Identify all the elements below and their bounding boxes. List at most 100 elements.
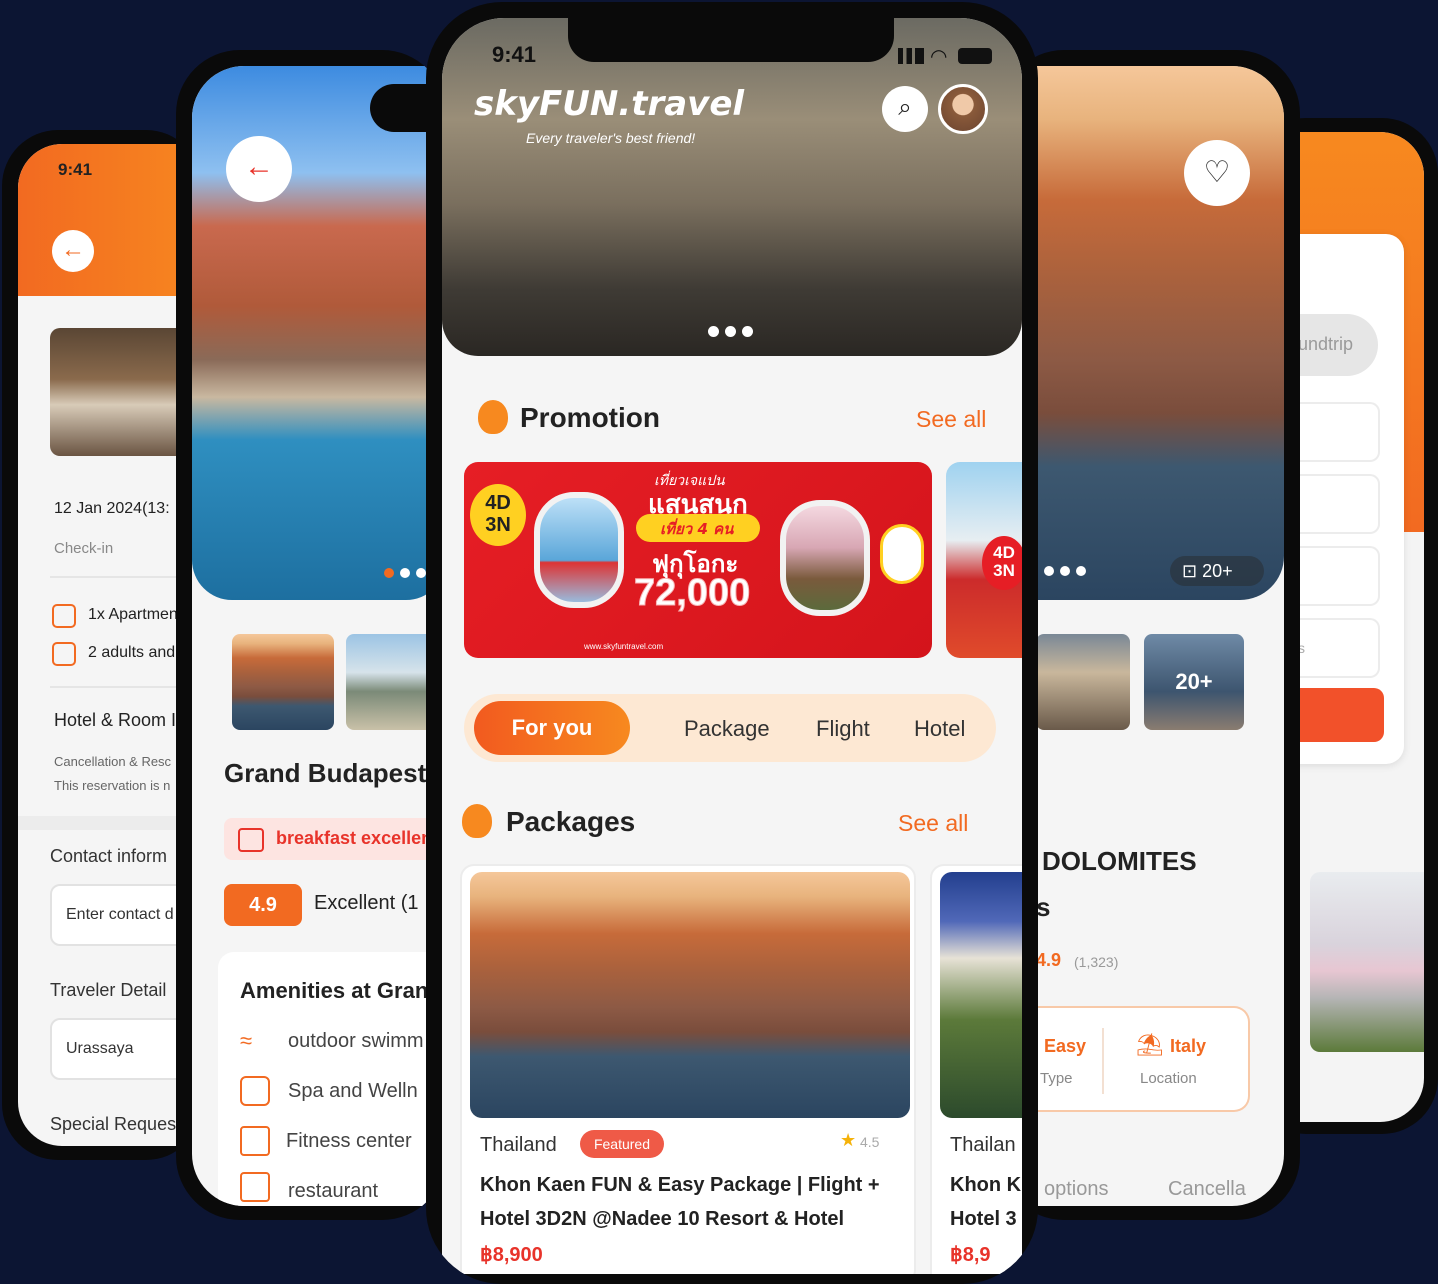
battery-icon (958, 48, 992, 64)
package-card[interactable]: Thailand Featured ★ 4.5 Khon Kaen FUN & … (460, 864, 916, 1274)
package-country: Thailand (480, 1134, 557, 1156)
guest-icon (52, 642, 76, 666)
tab-package[interactable]: Package (684, 716, 770, 742)
restaurant-icon (240, 1172, 270, 1202)
promo-banner[interactable]: 4D 3N เที่ยวเจแปน แสนสนุก เที่ยว 4 คน ฟุ… (464, 462, 932, 658)
highlight-tag: breakfast excellen (224, 818, 446, 860)
carousel-dots (1044, 566, 1094, 578)
brand-tagline: Every traveler's best friend! (526, 130, 696, 146)
package-price: ฿8,9 (950, 1244, 991, 1266)
photo-count-badge[interactable]: ⊡ 20+ (1170, 556, 1264, 586)
promo-price: 72,000 (633, 572, 751, 615)
tab-hotel[interactable]: Hotel (914, 716, 965, 742)
package-title-line1: Khon K (950, 1174, 1022, 1196)
brand-logo: skyFUN.travel (474, 84, 745, 124)
tab-cancellation[interactable]: Cancella (1168, 1178, 1246, 1201)
phone-hotel: ← Grand Budapest breakfast excellen 4.9 … (176, 50, 446, 1220)
tab-label: For you (511, 715, 593, 740)
package-card[interactable]: Thailan Khon K Hotel 3 ฿8,9 (930, 864, 1022, 1274)
destination-title: DOLOMITES (1042, 846, 1197, 876)
divider (1102, 1028, 1104, 1094)
tab-for-you[interactable]: For you (474, 701, 630, 755)
window-photo (534, 492, 624, 608)
duration-badge: 4D 3N (982, 536, 1022, 590)
pool-icon: ≈ (240, 1028, 253, 1053)
packages-see-all[interactable]: See all (898, 810, 968, 837)
gallery-icon: ⊡ (1182, 561, 1203, 581)
days: 4D (485, 492, 511, 514)
promotion-see-all[interactable]: See all (916, 406, 986, 433)
back-arrow-icon: ← (244, 150, 274, 183)
roundtrip-label: undtrip (1298, 334, 1354, 354)
promo-footer: www.skyfuntravel.com (584, 642, 664, 651)
back-button[interactable]: ← (52, 230, 94, 272)
promo-pill: เที่ยว 4 คน (636, 514, 760, 542)
search-icon: ⌕ (898, 94, 912, 121)
contact-label: Contact inform (50, 846, 168, 866)
search-button[interactable]: ⌕ (882, 86, 928, 132)
back-button[interactable]: ← (226, 136, 292, 202)
featured-badge: Featured (580, 1130, 664, 1158)
booking-screen: 9:41 ← 12 Jan 2024(13: Check-in 1x Apart… (18, 144, 202, 1146)
detail-screen: ♡ ⊡ 20+ 20+ DOLOMITES s 4.9 (1,323) Easy… (1000, 66, 1284, 1206)
gallery-thumb[interactable] (232, 634, 334, 730)
rating-value: 4.9 (249, 894, 277, 916)
notch (568, 18, 894, 62)
bed-icon (52, 604, 76, 628)
phone-home: 9:41 ◠ skyFUN.travel Every traveler's be… (426, 2, 1038, 1284)
tab-options[interactable]: options (1044, 1178, 1109, 1201)
amenity-item: Spa and Welln (288, 1080, 418, 1102)
window-photo (780, 500, 870, 616)
train-photo (1310, 872, 1424, 1052)
hotel-hero-photo (192, 66, 446, 600)
dot-active (384, 568, 394, 578)
favorite-button[interactable]: ♡ (1184, 140, 1250, 206)
section-gap (18, 816, 202, 830)
packages-title: Packages (506, 806, 636, 837)
dot (1076, 566, 1086, 576)
location-value: Italy (1170, 1036, 1207, 1056)
amenities-title: Amenities at Gran (240, 978, 429, 1003)
review-count: (1,323) (1074, 954, 1119, 970)
days: 4D (993, 543, 1015, 562)
avatar[interactable] (938, 84, 988, 134)
amenity-item: restaurant (288, 1180, 379, 1202)
destination-hero-photo (1000, 66, 1284, 600)
photo-count: 20+ (1202, 561, 1233, 581)
featured-label: Featured (593, 1136, 651, 1152)
flight-badge (880, 524, 924, 584)
package-country: Thailan (950, 1134, 1016, 1156)
hotel-room-title: Hotel & Room I (54, 710, 177, 730)
amenity-item: Fitness center (286, 1130, 412, 1152)
balloon-icon (462, 804, 492, 838)
checkin-date: 12 Jan 2024(13: (54, 500, 170, 517)
signal-icon (898, 48, 924, 64)
tab-flight[interactable]: Flight (816, 716, 870, 742)
package-title-line1: Khon Kaen FUN & Easy Package | Flight + (480, 1174, 880, 1196)
status-time: 9:41 (492, 42, 537, 67)
package-price: ฿8,900 (480, 1244, 543, 1266)
traveler-label: Traveler Detail (50, 980, 167, 1000)
heart-icon: ♡ (1203, 156, 1231, 189)
star-icon: ★ (840, 1130, 857, 1150)
nights: 3N (485, 514, 511, 536)
highlight-text: breakfast excellen (276, 828, 433, 848)
special-request-label: Special Reques (50, 1114, 177, 1134)
reservation-note: This reservation is n (54, 778, 171, 793)
rating-badge: 4.9 (224, 884, 302, 926)
gallery-thumb-more[interactable]: 20+ (1144, 634, 1244, 730)
checkin-label: Check-in (54, 540, 114, 557)
destination-subtitle: s (1036, 892, 1051, 922)
package-rating: 4.5 (860, 1134, 880, 1150)
gallery-thumb[interactable] (1036, 634, 1130, 730)
package-photo (940, 872, 1022, 1118)
balloon-icon (478, 400, 508, 434)
type-label: Type (1040, 1070, 1073, 1087)
promo-banner-next[interactable]: 4D 3N (946, 462, 1022, 658)
guest-count: 2 adults and (88, 644, 176, 661)
spa-icon (240, 1076, 270, 1106)
hotel-screen: ← Grand Budapest breakfast excellen 4.9 … (192, 66, 446, 1206)
contact-placeholder: Enter contact d (66, 906, 174, 923)
hotel-name: Grand Budapest (224, 758, 427, 788)
booking-header (18, 144, 202, 296)
